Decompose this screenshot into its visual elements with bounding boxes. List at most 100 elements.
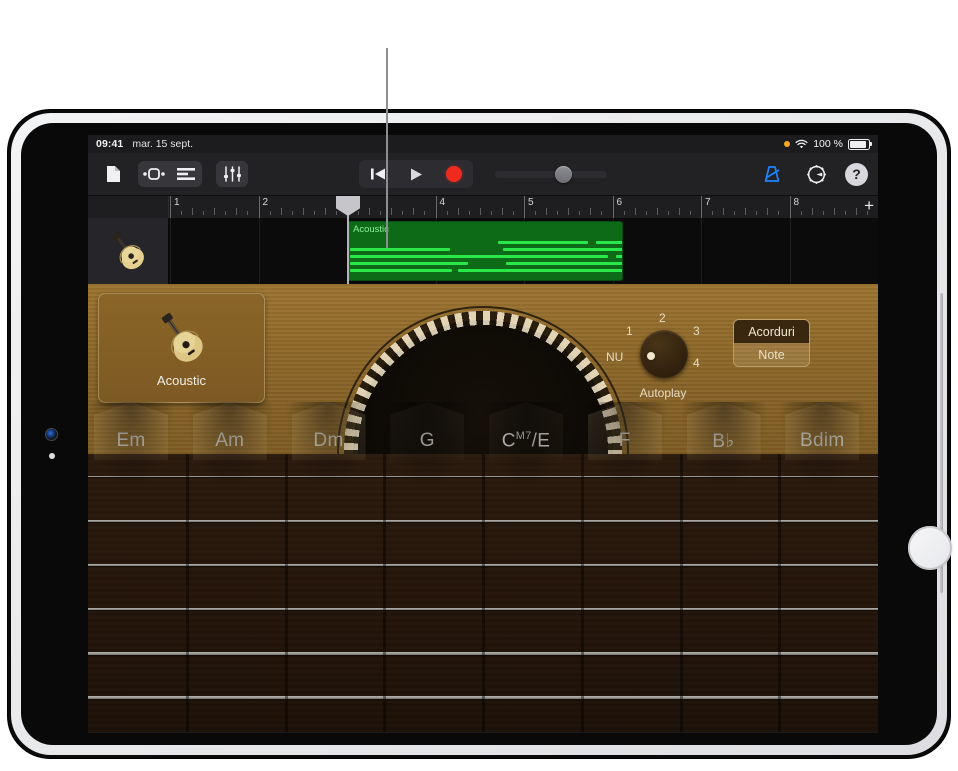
sub-tick <box>778 211 779 215</box>
chord-strip-C[interactable]: CM7/E <box>483 402 569 732</box>
track-area: 12345678 + <box>88 196 878 284</box>
play-icon[interactable] <box>397 160 435 188</box>
autoplay-option-off[interactable]: NU <box>606 350 623 364</box>
autoplay-control: NU 1 2 3 4 Autoplay <box>608 306 718 406</box>
chords-notes-toggle: Acorduri Note <box>733 319 810 367</box>
toggle-option-chords[interactable]: Acorduri <box>734 320 809 343</box>
playhead[interactable] <box>347 196 349 284</box>
autoplay-knob-indicator <box>647 352 655 360</box>
midi-note <box>503 248 603 251</box>
midi-note <box>498 241 588 244</box>
gear-icon[interactable] <box>801 161 831 187</box>
tracks-view-icon[interactable] <box>170 161 202 187</box>
autoplay-option-1[interactable]: 1 <box>626 324 633 338</box>
autoplay-knob[interactable] <box>640 330 688 378</box>
add-track-button[interactable]: + <box>864 197 874 214</box>
sub-tick <box>380 211 381 215</box>
sub-tick <box>358 211 359 215</box>
volume-slider-knob[interactable] <box>555 166 572 183</box>
sub-tick <box>590 208 591 215</box>
help-button[interactable]: ? <box>845 163 868 186</box>
sub-tick <box>314 211 315 215</box>
sub-tick <box>336 211 337 215</box>
chord-strip-B[interactable]: B♭ <box>681 402 767 732</box>
chord-strip-F[interactable]: F <box>582 402 668 732</box>
rewind-icon[interactable] <box>359 160 397 188</box>
document-icon[interactable] <box>98 161 128 187</box>
sub-tick <box>734 211 735 215</box>
autoplay-option-4[interactable]: 4 <box>693 356 700 370</box>
track-header-acoustic[interactable] <box>88 218 169 284</box>
chord-strip-Am[interactable]: Am <box>187 402 273 732</box>
autoplay-option-3[interactable]: 3 <box>693 324 700 338</box>
sub-tick <box>424 211 425 215</box>
front-camera-icon <box>46 429 57 440</box>
instrument-browser-cell[interactable]: Acoustic <box>98 293 265 403</box>
metronome-icon[interactable] <box>757 161 787 187</box>
bar-number: 4 <box>440 197 446 208</box>
sub-tick <box>502 208 503 215</box>
region-name-label: Acoustic <box>353 224 389 235</box>
mixer-faders-icon[interactable] <box>216 161 248 187</box>
chord-strip-shadow <box>187 402 273 492</box>
volume-slider[interactable] <box>495 171 607 178</box>
bar-tick <box>701 196 702 218</box>
midi-note <box>506 262 602 265</box>
instrument-view-icon[interactable] <box>138 161 170 187</box>
chord-strip-G[interactable]: G <box>384 402 470 732</box>
midi-note <box>596 248 623 251</box>
chord-strip-Dm[interactable]: Dm <box>286 402 372 732</box>
chord-strip-Bdim[interactable]: Bdim <box>779 402 865 732</box>
transport-controls <box>359 160 607 188</box>
chord-column-divider <box>778 454 781 732</box>
sub-tick <box>225 211 226 215</box>
chord-strip-shadow <box>384 402 470 492</box>
home-button[interactable] <box>908 526 952 570</box>
sub-tick <box>601 211 602 215</box>
sub-tick <box>203 211 204 215</box>
bar-tick <box>259 196 260 218</box>
sub-tick <box>469 211 470 215</box>
timeline-ruler[interactable]: 12345678 + <box>88 196 878 219</box>
bar-tick <box>170 196 171 218</box>
sub-tick <box>281 208 282 215</box>
ipad-device: 09:41 mar. 15 sept. 100 % <box>8 110 950 758</box>
bar-number: 1 <box>174 197 180 208</box>
track-lane[interactable]: Acoustic <box>168 218 878 284</box>
ruler-bars[interactable]: 12345678 <box>168 196 878 218</box>
sub-tick <box>624 211 625 215</box>
sub-tick <box>270 211 271 215</box>
sub-tick <box>181 211 182 215</box>
midi-note <box>598 269 623 272</box>
sub-tick <box>668 211 669 215</box>
chord-strip-Em[interactable]: Em <box>88 402 174 732</box>
sub-tick <box>303 208 304 215</box>
chord-column-divider <box>383 454 386 732</box>
bar-number: 5 <box>528 197 534 208</box>
midi-note <box>511 269 605 272</box>
midi-note <box>508 255 608 258</box>
midi-region-acoustic[interactable]: Acoustic <box>347 221 623 281</box>
status-bar: 09:41 mar. 15 sept. 100 % <box>88 135 878 153</box>
sub-tick <box>745 208 746 215</box>
ipad-bezel: 09:41 mar. 15 sept. 100 % <box>11 113 947 755</box>
chord-strip-shadow <box>582 402 668 492</box>
autoplay-option-2[interactable]: 2 <box>659 311 666 325</box>
record-icon[interactable] <box>435 160 473 188</box>
midi-note <box>350 255 470 258</box>
sub-tick <box>767 208 768 215</box>
sub-tick <box>834 208 835 215</box>
sub-tick <box>214 208 215 215</box>
sub-tick <box>413 208 414 215</box>
sub-tick <box>513 211 514 215</box>
chord-column-divider <box>581 454 584 732</box>
sub-tick <box>856 208 857 215</box>
midi-note <box>596 241 623 244</box>
sub-tick <box>402 211 403 215</box>
chord-column-divider <box>186 454 189 732</box>
status-time: 09:41 <box>96 138 123 150</box>
sub-tick <box>447 211 448 215</box>
toggle-option-notes[interactable]: Note <box>734 343 809 366</box>
midi-note <box>616 255 623 258</box>
sub-tick <box>823 211 824 215</box>
